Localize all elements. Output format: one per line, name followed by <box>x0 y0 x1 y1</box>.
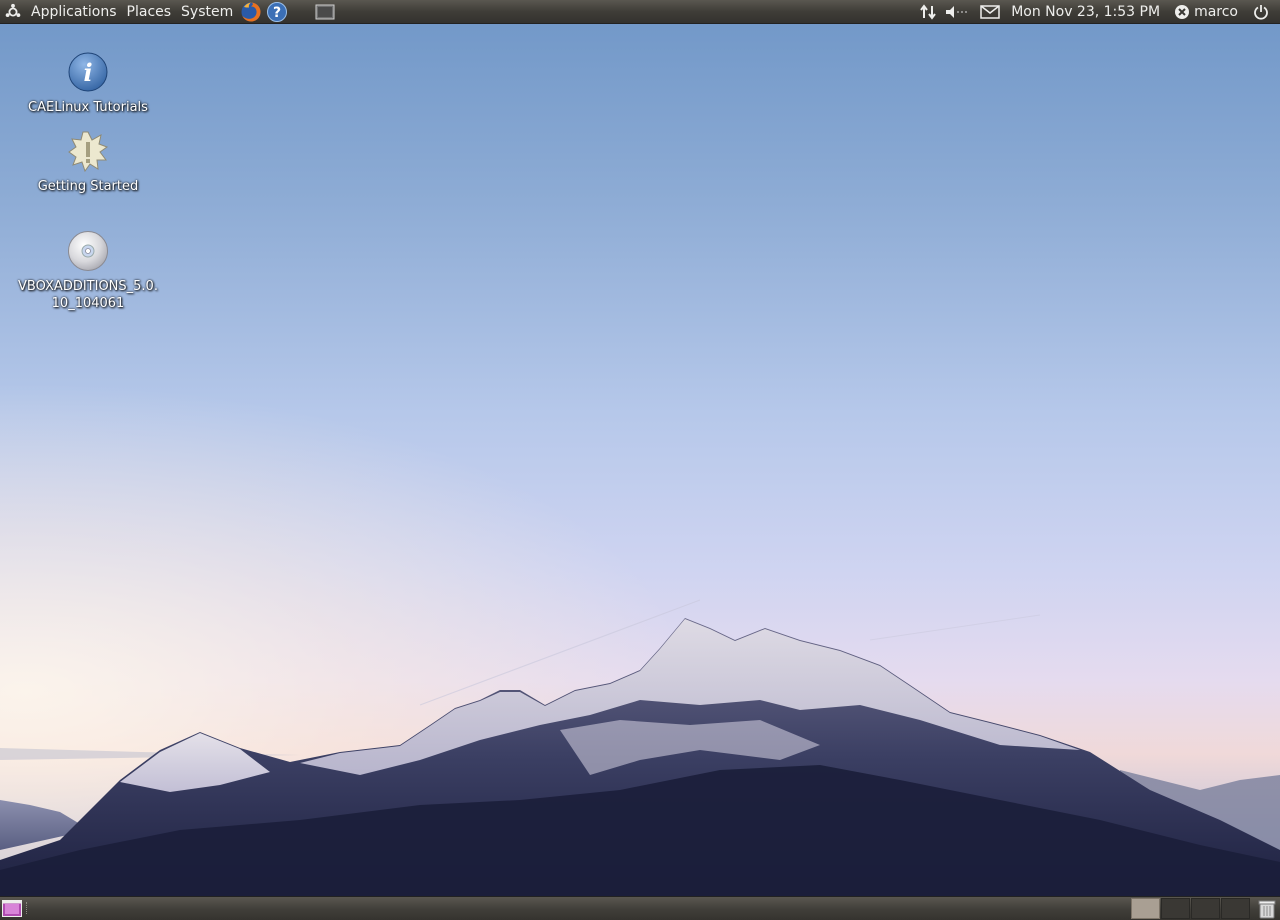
wallpaper-sky-glow <box>0 380 700 900</box>
system-menu[interactable]: System <box>176 0 238 24</box>
applications-menu[interactable]: Applications <box>26 0 122 24</box>
volume-muted-icon[interactable] <box>943 1 971 23</box>
user-menu[interactable]: marco <box>1168 4 1244 20</box>
workspace-2[interactable] <box>1161 898 1190 919</box>
bottom-panel <box>0 896 1280 920</box>
network-icon[interactable] <box>917 1 939 23</box>
panel-handle[interactable] <box>26 902 30 914</box>
desktop-icon-label: CAELinux Tutorials <box>28 100 148 115</box>
help-icon[interactable]: ? <box>266 1 288 23</box>
desktop-screen: Applications Places System ? Mon Nov 23,… <box>0 0 1280 920</box>
panel-left: Applications Places System ? <box>0 0 338 24</box>
starburst-icon <box>65 128 111 174</box>
user-name: marco <box>1194 4 1238 20</box>
desktop-icon-label: VBOXADDITIONS_5.0.10_104061 <box>18 279 158 311</box>
desktop-icon-vboxadditions[interactable]: VBOXADDITIONS_5.0.10_104061 <box>13 228 163 312</box>
ubuntu-logo-icon[interactable] <box>2 1 24 23</box>
top-panel: Applications Places System ? Mon Nov 23,… <box>0 0 1280 24</box>
desktop-icon-caelinux-tutorials[interactable]: i CAELinux Tutorials <box>13 49 163 116</box>
mail-icon[interactable] <box>979 1 1001 23</box>
desktop-icon-label: Getting Started <box>37 179 139 194</box>
workspace-3[interactable] <box>1191 898 1220 919</box>
firefox-icon[interactable] <box>240 1 262 23</box>
places-menu[interactable]: Places <box>122 0 177 24</box>
svg-text:i: i <box>83 58 92 87</box>
power-icon[interactable] <box>1250 1 1272 23</box>
window-list-icon[interactable] <box>2 900 22 917</box>
workspace-switcher <box>1131 898 1251 919</box>
user-status-icon <box>1175 5 1190 19</box>
desktop-icon-getting-started[interactable]: Getting Started <box>13 128 163 195</box>
trash-icon[interactable] <box>1256 898 1278 920</box>
show-desktop-icon[interactable] <box>314 1 336 23</box>
workspace-1[interactable] <box>1131 898 1160 919</box>
cd-icon <box>65 228 111 274</box>
clock[interactable]: Mon Nov 23, 1:53 PM <box>1003 0 1168 24</box>
svg-text:?: ? <box>273 5 281 21</box>
wallpaper-mountains <box>0 599 1280 896</box>
info-icon: i <box>65 49 111 95</box>
panel-right: Mon Nov 23, 1:53 PM marco <box>915 0 1274 24</box>
workspace-4[interactable] <box>1221 898 1250 919</box>
